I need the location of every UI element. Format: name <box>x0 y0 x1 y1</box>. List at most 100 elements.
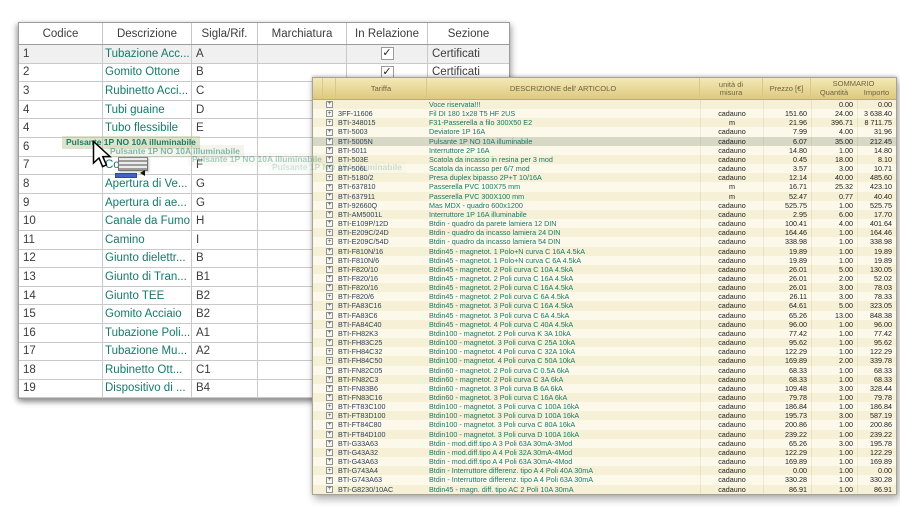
price-row[interactable]: + BTI-FT83D100 Btdin100 - magnetot. 3 Po… <box>313 411 896 421</box>
expand-plus-icon[interactable]: + <box>326 476 333 484</box>
price-row[interactable]: + BTI-FA83C6 Btdin45 - magnetot. 3 Poli … <box>313 310 896 320</box>
header-quantita[interactable]: Quantità <box>811 88 857 99</box>
expand-plus-icon[interactable]: + <box>326 146 333 154</box>
expand-plus-icon[interactable]: + <box>326 311 333 319</box>
price-row[interactable]: + BTI-FT83C100 Btdin100 - magnetot. 3 Po… <box>313 402 896 412</box>
expand-plus-icon[interactable]: + <box>326 412 333 420</box>
price-row[interactable]: + BTI-F810N/16 Btdin45 - magnetot. 1 Pol… <box>313 246 896 256</box>
price-row[interactable]: + BTI-5180/2 Presa duplex bipasso 2P+T 1… <box>313 173 896 183</box>
expand-plus-icon[interactable]: + <box>326 275 333 283</box>
header-descrizione[interactable]: DESCRIZIONE dell' ARTICOLO <box>427 78 700 99</box>
column-header[interactable]: Sigla/Rif. <box>192 23 258 44</box>
column-header[interactable]: Descrizione <box>103 23 192 44</box>
price-row[interactable]: + BTI-5011 Interruttore 2P 16A cadauno 1… <box>313 145 896 155</box>
price-row[interactable]: + BTI-G33A63 Btdin - mod.diff.tipo A 3 P… <box>313 438 896 448</box>
price-row[interactable]: + BTI-G8230/10AC Btdin45 - magn. diff. t… <box>313 484 896 494</box>
expand-plus-icon[interactable]: + <box>326 330 333 337</box>
cell-descrizione-articolo: Btdin45 - magnetot. 3 Poli curva C 6A 4.… <box>429 310 570 320</box>
price-row[interactable]: + BTI-FH83C25 Btdin100 - magnetot. 3 Pol… <box>313 338 896 348</box>
header-tariffa[interactable]: Tariffa <box>336 78 427 99</box>
price-row[interactable]: + BTI-FN82C3 Btdin60 - magnetot. 2 Poli … <box>313 374 896 384</box>
price-row[interactable]: + BTI-637810 Passerella PVC 100X75 mm m … <box>313 182 896 192</box>
price-row[interactable]: + BTI-F810N/6 Btdin45 - magnetot. 1 Polo… <box>313 255 896 265</box>
expand-plus-icon[interactable]: + <box>326 302 333 310</box>
expand-plus-icon[interactable]: + <box>326 357 333 365</box>
expand-plus-icon[interactable]: + <box>326 403 333 411</box>
price-row[interactable]: + BTI-348015 F31-Passerella a filo 300X5… <box>313 118 896 128</box>
expand-plus-icon[interactable]: + <box>326 229 333 237</box>
expand-plus-icon[interactable]: + <box>326 284 333 292</box>
expand-plus-icon[interactable]: + <box>326 439 333 447</box>
price-row[interactable]: + BTI-F820/16 Btdin45 - magnetot. 2 Poli… <box>313 273 896 284</box>
price-row[interactable]: + BTI-E209C/54D Btdin - quadro da incass… <box>313 237 896 247</box>
price-row[interactable]: + BTI-FH84C32 Btdin100 - magnetot. 4 Pol… <box>313 347 896 357</box>
price-row[interactable]: + BTI-F820/6 Btdin45 - magnetot. 2 Poli … <box>313 292 896 302</box>
price-row[interactable]: + BTI-FN82C05 Btdin60 - magnetot. 2 Poli… <box>313 365 896 375</box>
expand-plus-icon[interactable]: + <box>326 467 333 475</box>
expand-plus-icon[interactable]: + <box>326 192 333 200</box>
expand-plus-icon[interactable]: + <box>326 384 333 392</box>
price-row[interactable]: + BTI-FN83B6 Btdin60 - magnetot. 3 Poli … <box>313 383 896 393</box>
expand-plus-icon[interactable]: + <box>326 394 333 402</box>
price-row[interactable]: + BTI-G743A4 Btdin - Interruttore differ… <box>313 466 896 476</box>
expand-plus-icon[interactable]: + <box>326 183 333 191</box>
cell-tariffa: BTI-FA83C16 <box>338 301 382 311</box>
expand-plus-icon[interactable]: + <box>326 339 333 347</box>
expand-plus-icon[interactable]: + <box>326 320 333 328</box>
price-row[interactable]: + BTI-FT84D100 Btdin100 - magnetot. 3 Po… <box>313 429 896 439</box>
column-header[interactable]: Codice <box>19 23 103 44</box>
price-row[interactable]: + BTI-FN83C16 Btdin60 - magnetot. 3 Poli… <box>313 393 896 403</box>
expand-plus-icon[interactable]: + <box>326 458 333 466</box>
price-row[interactable]: + BTI-F820/16 Btdin45 - magnetot. 2 Poli… <box>313 283 896 293</box>
expand-plus-icon[interactable]: + <box>326 293 333 301</box>
cell-tariffa: BTI-FA83C6 <box>338 310 378 320</box>
expand-plus-icon[interactable]: + <box>326 485 333 493</box>
price-row[interactable]: + BTI-5003 Deviatore 1P 16A cadauno 7.99… <box>313 127 896 137</box>
table-row[interactable]: 1 Tubazione Acc... A Certificati <box>19 45 509 64</box>
expand-plus-icon[interactable]: + <box>326 201 333 209</box>
expand-plus-icon[interactable]: + <box>326 128 333 136</box>
expand-plus-icon[interactable]: + <box>326 238 333 246</box>
expand-plus-icon[interactable]: + <box>326 247 333 255</box>
price-row[interactable]: + Voce riservata!!! 0.00 0.00 <box>313 100 896 110</box>
expand-plus-icon[interactable]: + <box>326 210 333 218</box>
cell-descrizione: Tubazione Acc... <box>103 45 192 64</box>
price-row[interactable]: + BTI-FA84C40 Btdin45 - magnetot. 4 Poli… <box>313 319 896 329</box>
price-row[interactable]: + BTI-F820/10 Btdin45 - magnetot. 2 Poli… <box>313 264 896 274</box>
expand-plus-icon[interactable]: + <box>326 449 333 457</box>
in-relazione-checkbox[interactable] <box>380 47 394 61</box>
price-row[interactable]: + BTI-AM5001L Interruttore 1P 16A illumi… <box>313 209 896 220</box>
price-row[interactable]: + BTI-FT84C80 Btdin100 - magnetot. 3 Pol… <box>313 420 896 430</box>
header-prezzo[interactable]: Prezzo [€] <box>763 78 811 99</box>
expand-plus-icon[interactable]: + <box>326 421 333 429</box>
header-importo[interactable]: Importo <box>857 88 896 99</box>
price-row[interactable]: + BTI-E209C/24D Btdin - quadro da incass… <box>313 228 896 238</box>
price-row[interactable]: + BTI-637911 Passerella PVC 300X100 mm m… <box>313 191 896 201</box>
expand-plus-icon[interactable]: + <box>326 256 333 264</box>
price-row[interactable]: + BTI-G43A63 Btdin - mod.diff.tipo A 4 P… <box>313 457 896 467</box>
price-row[interactable]: + BTI-92660Q Mas MDX - quadro 600x1200 c… <box>313 200 896 210</box>
expand-plus-icon[interactable]: + <box>326 101 333 109</box>
expand-plus-icon[interactable]: + <box>326 174 333 182</box>
column-header[interactable]: Marchiatura <box>258 23 347 44</box>
expand-plus-icon[interactable]: + <box>326 137 333 145</box>
price-row[interactable]: + BTI-FH84C50 Btdin100 - magnetot. 4 Pol… <box>313 356 896 366</box>
expand-plus-icon[interactable]: + <box>326 348 333 356</box>
header-unita-misura[interactable]: unità di misura <box>700 78 763 99</box>
column-header[interactable]: In Relazione <box>347 23 428 44</box>
expand-plus-icon[interactable]: + <box>326 366 333 374</box>
price-row[interactable]: + BTI-5005N Pulsante 1P NO 10A illuminab… <box>313 136 896 146</box>
expand-plus-icon[interactable]: + <box>326 119 333 127</box>
expand-plus-icon[interactable]: + <box>326 375 333 383</box>
price-row[interactable]: + 3FF-11606 Fil DI 180 1x28 T5 HF 2US ca… <box>313 109 896 119</box>
price-row[interactable]: + BTI-G43A32 Btdin - mod.diff.tipo A 4 P… <box>313 447 896 458</box>
expand-plus-icon[interactable]: + <box>326 430 333 438</box>
expand-plus-icon[interactable]: + <box>326 265 333 273</box>
price-row[interactable]: + BTI-E109P/12D Btdin - quadro da parete… <box>313 219 896 229</box>
price-row[interactable]: + BTI-FH82K3 Btdin100 - magnetot. 2 Poli… <box>313 328 896 339</box>
price-row[interactable]: + BTI-G743A63 Btdin - Interruttore diffe… <box>313 475 896 485</box>
expand-plus-icon[interactable]: + <box>326 220 333 228</box>
column-header[interactable]: Sezione <box>428 23 509 44</box>
expand-plus-icon[interactable]: + <box>326 110 333 118</box>
price-row[interactable]: + BTI-FA83C16 Btdin45 - magnetot. 3 Poli… <box>313 301 896 311</box>
